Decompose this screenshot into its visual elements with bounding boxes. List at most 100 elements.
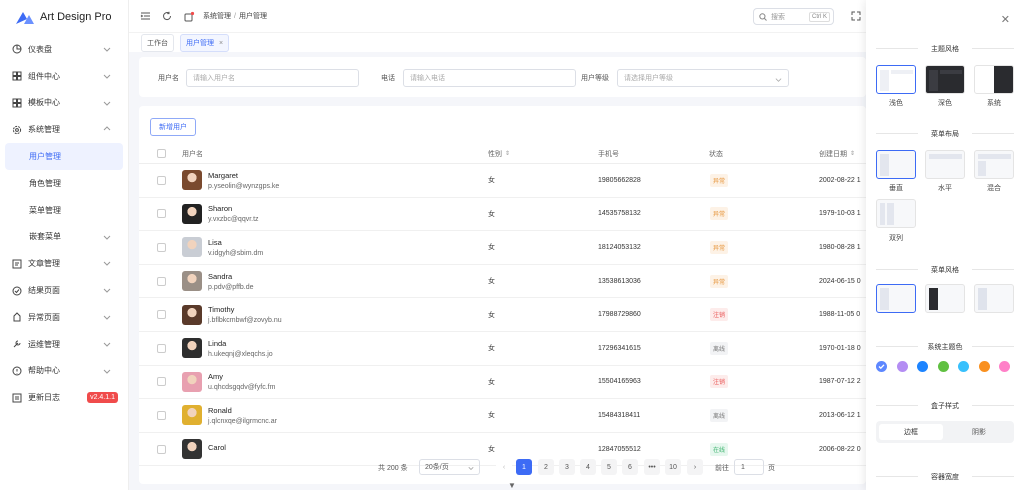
menu-style-dark-option[interactable] — [925, 284, 965, 313]
page-number-button[interactable]: 6 — [622, 459, 638, 475]
sidebar-item-user-management[interactable]: 用户管理 — [5, 143, 123, 170]
sidebar-item-nested-menu[interactable]: 嵌套菜单 — [0, 224, 128, 251]
layout-dual-option[interactable] — [876, 199, 916, 228]
page-size-select[interactable]: 20条/页 — [419, 459, 480, 475]
settings-gear-icon[interactable] — [183, 10, 195, 22]
page-number-button[interactable]: 1 — [516, 459, 532, 475]
sidebar-item-exception[interactable]: 异常页面 — [0, 304, 128, 331]
column-header-gender-sort[interactable]: 性别 ⇕ — [488, 144, 510, 163]
logo[interactable]: Art Design Pro — [0, 0, 128, 34]
column-header-phone: 手机号 — [598, 150, 619, 158]
page-number-button[interactable]: 2 — [538, 459, 554, 475]
column-header-gender: 性别 — [488, 150, 502, 158]
row-checkbox[interactable] — [157, 209, 166, 219]
user-phone: 12847055512 — [598, 445, 641, 453]
theme-color-swatch[interactable] — [876, 361, 887, 372]
page-number-button[interactable]: 4 — [580, 459, 596, 475]
sort-icon: ⇕ — [505, 151, 511, 157]
add-user-button[interactable]: 新增用户 — [150, 118, 196, 136]
table-row[interactable]: Amy u.qhcdsgqdv@fyfc.fm 女 15504165963 注销… — [139, 366, 866, 400]
user-phone: 15504165963 — [598, 378, 641, 386]
level-select[interactable]: 请选择用户等级 — [617, 69, 789, 87]
theme-color-swatch[interactable] — [896, 361, 908, 372]
table-row[interactable]: Sandra p.pdv@pffb.de 女 13538613036 异常 20… — [139, 265, 866, 299]
user-gender: 女 — [488, 210, 495, 218]
row-checkbox[interactable] — [157, 343, 166, 353]
tab-user-management[interactable]: 用户管理 × — [180, 33, 230, 52]
layout-mixed-option[interactable] — [974, 150, 1014, 179]
select-all-checkbox[interactable] — [157, 149, 166, 158]
phone-input[interactable]: 请输入电话 — [403, 69, 576, 87]
table-row[interactable]: Linda h.ukeqnj@xleqchs.jo 女 17296341615 … — [139, 332, 866, 366]
more-pages-button[interactable]: ••• — [644, 459, 660, 475]
row-checkbox[interactable] — [157, 175, 166, 185]
box-style-shadow-option[interactable]: 阴影 — [947, 424, 1011, 440]
theme-system-option[interactable] — [974, 65, 1014, 94]
layout-horizontal-option[interactable] — [925, 150, 965, 179]
user-email: j.bflbkcmbwf@zovyb.nu — [208, 317, 282, 325]
row-checkbox[interactable] — [157, 377, 166, 387]
close-icon[interactable]: ✕ — [1001, 13, 1010, 26]
sidebar-item-role-management[interactable]: 角色管理 — [0, 170, 128, 197]
page-number-button[interactable]: 10 — [665, 459, 681, 475]
next-page-button[interactable]: › — [687, 459, 703, 475]
sidebar-item-ops[interactable]: 运维管理 — [0, 331, 128, 358]
tab-workbench[interactable]: 工作台 — [141, 33, 174, 52]
caret-down-icon[interactable]: ▼ — [508, 481, 516, 490]
sidebar-item-system[interactable]: 系统管理 — [0, 116, 128, 143]
sidebar-item-dashboard[interactable]: 仪表盘 — [0, 36, 128, 63]
theme-dark-option[interactable] — [925, 65, 965, 94]
chevron-down-icon — [103, 235, 111, 240]
refresh-icon[interactable] — [161, 10, 173, 22]
theme-color-swatch[interactable] — [978, 361, 990, 372]
username-input[interactable]: 请输入用户名 — [186, 69, 359, 87]
row-checkbox[interactable] — [157, 310, 166, 320]
sidebar-item-articles[interactable]: 文章管理 — [0, 250, 128, 277]
sidebar-item-components[interactable]: 组件中心 — [0, 63, 128, 90]
row-checkbox[interactable] — [157, 276, 166, 286]
goto-page-input[interactable]: 1 — [734, 459, 764, 475]
row-checkbox[interactable] — [157, 444, 166, 454]
user-name: Amy — [208, 372, 223, 382]
theme-light-option[interactable] — [876, 65, 916, 94]
menu-style-light-option[interactable] — [876, 284, 916, 313]
table-row[interactable]: Sharon y.vxzbc@qqvr.tz 女 14535758132 异常 … — [139, 198, 866, 232]
chevron-down-icon — [103, 47, 111, 52]
theme-color-swatch[interactable] — [999, 361, 1010, 372]
chevron-down-icon — [775, 78, 782, 82]
sidebar-item-help[interactable]: 帮助中心 — [0, 358, 128, 385]
chevron-down-icon — [103, 342, 111, 347]
table-row[interactable]: Lisa v.idgyh@sbim.dm 女 18124053132 异常 19… — [139, 231, 866, 265]
theme-color-swatch[interactable] — [917, 361, 928, 372]
table-row[interactable]: Margaret p.yseolin@wynzgps.ke 女 19805662… — [139, 164, 866, 198]
table-row[interactable]: Timothy j.bflbkcmbwf@zovyb.nu 女 17988729… — [139, 298, 866, 332]
theme-color-swatch[interactable] — [937, 361, 949, 372]
user-created: 2002-08-22 1 — [819, 176, 861, 184]
theme-color-swatch[interactable] — [958, 361, 969, 372]
ops-icon — [12, 339, 22, 349]
table-row[interactable]: Ronald j.qlcnxqe@ilgrmcnc.ar 女 154843184… — [139, 399, 866, 433]
template-icon — [12, 98, 22, 108]
page-number-button[interactable]: 3 — [559, 459, 575, 475]
close-icon[interactable]: × — [219, 40, 223, 47]
sidebar-item-templates[interactable]: 模板中心 — [0, 90, 128, 117]
sidebar-item-menu-management[interactable]: 菜单管理 — [0, 197, 128, 224]
global-search[interactable]: 搜索 Ctrl K — [753, 8, 834, 25]
row-checkbox[interactable] — [157, 410, 166, 420]
user-name: Timothy — [208, 305, 235, 315]
sidebar-item-changelog[interactable]: 更新日志 v2.4.1.1 — [0, 384, 128, 411]
menu-style-design-option[interactable] — [974, 284, 1014, 313]
layout-mixed-label: 混合 — [987, 185, 1001, 192]
layout-vertical-option[interactable] — [876, 150, 916, 179]
page-number-button[interactable]: 5 — [601, 459, 617, 475]
fullscreen-icon[interactable] — [851, 11, 861, 21]
row-checkbox[interactable] — [157, 242, 166, 252]
prev-page-button[interactable]: ‹ — [496, 459, 512, 475]
breadcrumb-item[interactable]: 系统管理 — [203, 13, 231, 20]
sidebar-item-result[interactable]: 结果页面 — [0, 277, 128, 304]
menu-fold-icon[interactable] — [139, 10, 151, 22]
logo-icon — [16, 12, 34, 24]
column-header-created-sort[interactable]: 创建日期 ⇕ — [819, 144, 855, 163]
theme-dark-label: 深色 — [938, 100, 952, 107]
box-style-border-option[interactable]: 边框 — [879, 424, 943, 440]
